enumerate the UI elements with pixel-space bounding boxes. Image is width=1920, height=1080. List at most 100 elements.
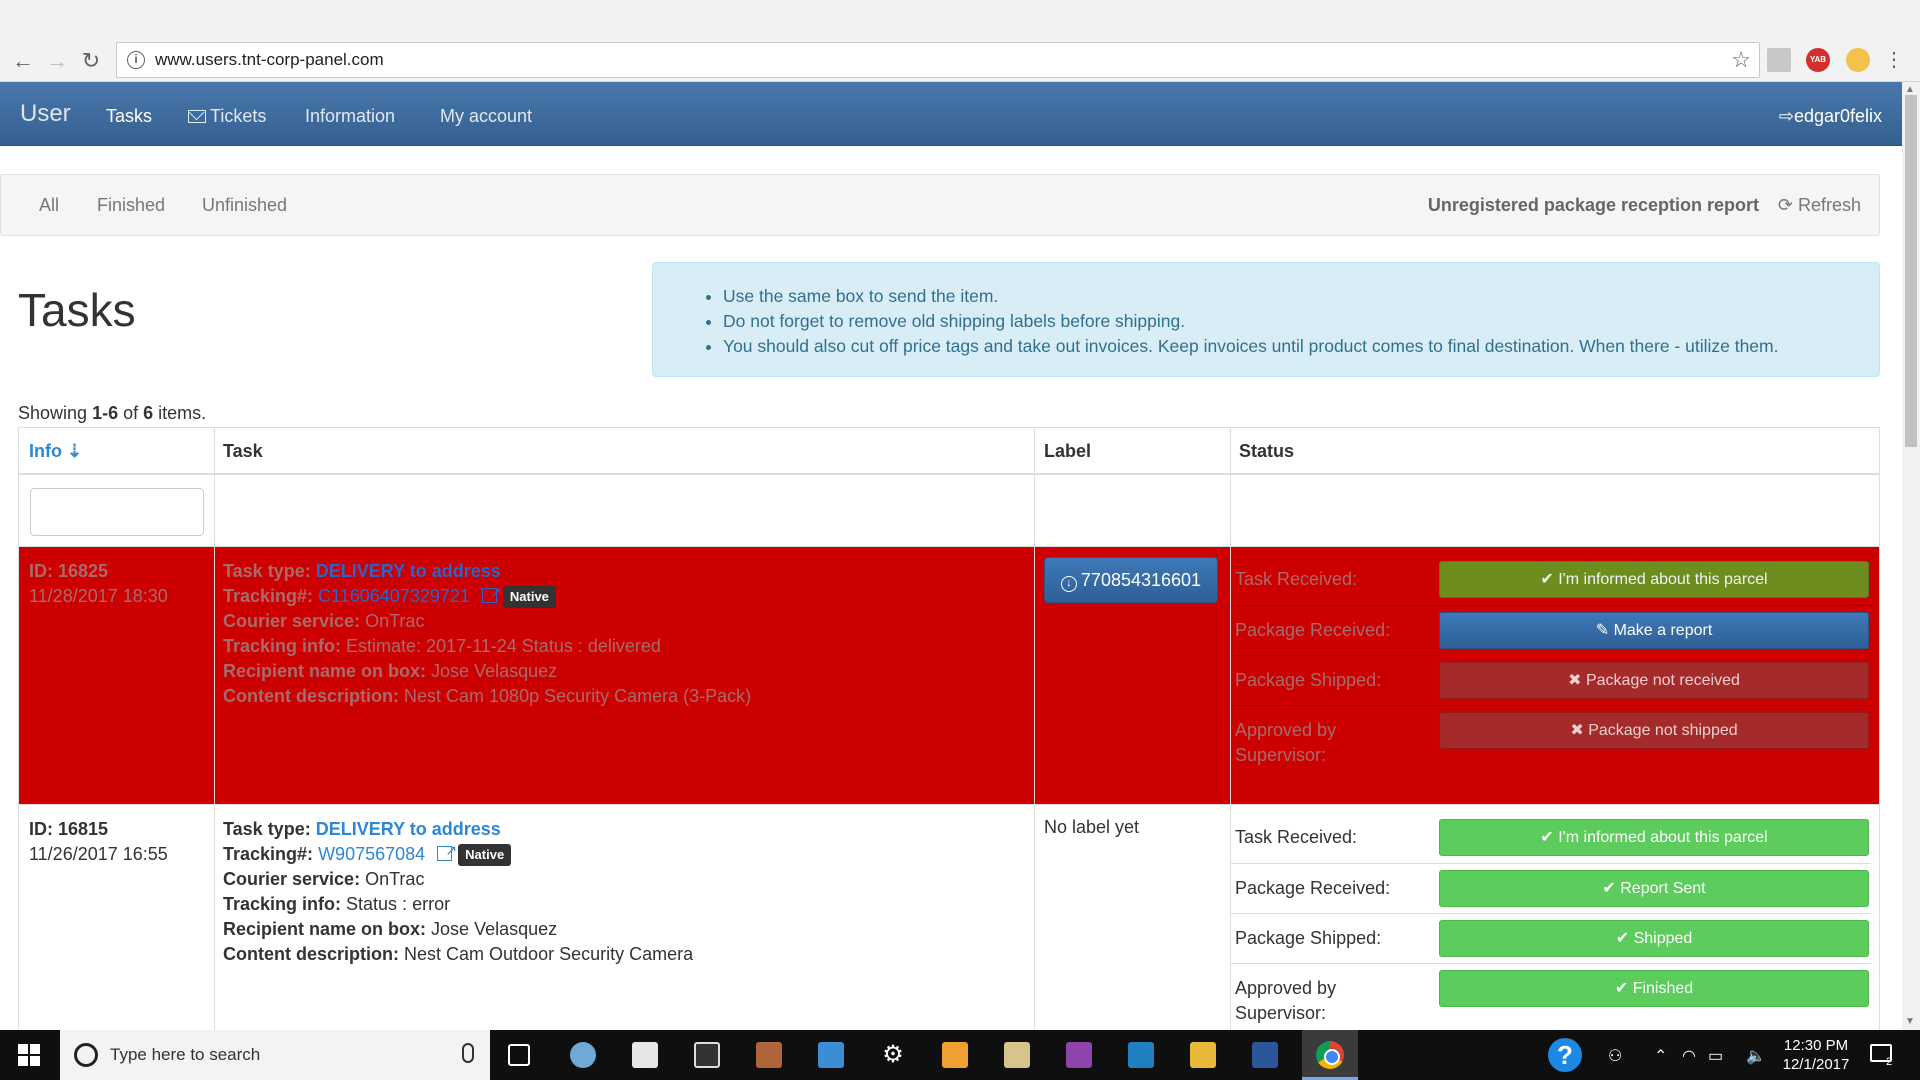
tray-chevron-up-icon[interactable]: ⌃ [1654,1046,1667,1066]
informed-button[interactable]: ✔ I'm informed about this parcel [1439,561,1869,598]
status-label-line: Supervisor: [1235,1003,1327,1023]
brand-title[interactable]: User [20,100,71,128]
taskbar-clock[interactable]: 12:30 PM 12/1/2017 [1776,1036,1856,1074]
button-label: Report Sent [1620,880,1706,897]
file-explorer-icon[interactable] [1190,1042,1216,1068]
pencil-icon: ✎ [1595,622,1610,639]
task-view-icon[interactable] [508,1044,530,1066]
check-icon: ✔ [1614,980,1629,997]
logout-icon: ⇨ [1778,106,1794,126]
status-row: Task Received: ✔ I'm informed about this… [1231,555,1871,605]
contacts-app-icon[interactable] [818,1042,844,1068]
media-player-icon[interactable] [942,1042,968,1068]
address-url[interactable]: www.users.tnt-corp-panel.com [155,50,384,70]
settings-gear-icon[interactable]: ⚙ [880,1042,906,1068]
pdf-extension-icon[interactable] [1767,48,1791,72]
instructions-alert: Use the same box to send the item. Do no… [652,262,1880,377]
shipped-button[interactable]: ✔ Shipped [1439,920,1869,957]
status-label-line: Approved by [1235,720,1337,740]
summary-prefix: Showing [18,403,93,423]
microphone-icon[interactable] [462,1043,474,1063]
status-label-line: Supervisor: [1235,745,1327,765]
calculator-app-icon[interactable] [632,1042,658,1068]
people-icon[interactable]: ⚇ [1608,1046,1622,1066]
package-not-shipped-button[interactable]: ✖ Package not shipped [1439,712,1869,749]
back-arrow-icon[interactable]: ← [10,48,36,74]
paint-app-icon[interactable] [570,1042,596,1068]
nav-my-account[interactable]: My account [440,106,532,127]
instruction-item: Do not forget to remove old shipping lab… [723,309,1778,334]
status-label-line: Approved by [1235,978,1337,998]
status-row: Package Shipped: ✔ Shipped [1231,913,1871,963]
wifi-icon[interactable]: ◠ [1682,1046,1696,1066]
username: edgar0felix [1793,106,1882,126]
unregistered-report-link[interactable]: Unregistered package reception report [1428,195,1759,216]
bookmark-star-icon[interactable]: ☆ [1731,47,1751,73]
clock-date: 12/1/2017 [1782,1056,1850,1073]
nav-tasks[interactable]: Tasks [106,106,152,127]
emoji-extension-icon[interactable] [1846,48,1870,72]
status-row: Package Shipped: ✖ Package not received [1231,655,1871,705]
refresh-label: Refresh [1797,195,1861,215]
reload-icon[interactable]: ↻ [78,48,104,74]
archive-app-icon[interactable] [756,1042,782,1068]
tasks-table: ID: 16825 11/28/2017 18:30 Task type: DE… [18,427,1880,1032]
report-sent-button[interactable]: ✔ Report Sent [1439,870,1869,907]
status-label: Task Received: [1235,827,1358,847]
finished-button[interactable]: ✔ Finished [1439,970,1869,1007]
info-filter-input[interactable] [30,488,204,536]
taskbar-search-box[interactable]: Type here to search [60,1030,490,1080]
items-summary: Showing 1-6 of 6 items. [18,403,206,424]
filter-row [19,475,1879,547]
status-label: Package Received: [1235,620,1391,640]
books-app-icon[interactable] [1004,1042,1030,1068]
instruction-item: You should also cut off price tags and t… [723,334,1778,359]
word-app-icon[interactable] [1252,1042,1278,1068]
refresh-button[interactable]: ⟳ Refresh [1778,195,1861,216]
design-app-icon[interactable] [1066,1042,1092,1068]
scrollbar-thumb[interactable] [1905,95,1917,447]
battery-icon[interactable]: ▭ [1708,1046,1723,1066]
nav-tickets[interactable]: Tickets [188,106,266,127]
search-placeholder: Type here to search [110,1045,261,1064]
browser-menu-icon[interactable]: ⋮ [1884,48,1904,72]
yab-extension-icon[interactable]: YAB [1806,48,1830,72]
windows-taskbar: Type here to search ⚙ ? ⚇ ⌃ ◠ ▭ 🔈 12:30 … [0,1030,1920,1080]
browser-tab-strip [0,0,1920,38]
scroll-down-arrow-icon[interactable]: ▼ [1905,1016,1915,1027]
status-row: Package Received: ✔ Report Sent [1231,863,1871,913]
site-info-icon[interactable]: i [127,51,145,69]
page-title: Tasks [18,284,136,336]
status-label: Approved by Supervisor: [1235,976,1415,1026]
nav-tickets-label: Tickets [210,106,267,126]
mute-speaker-icon[interactable]: 🔈 [1746,1046,1766,1066]
help-icon[interactable]: ? [1548,1038,1582,1072]
informed-button[interactable]: ✔ I'm informed about this parcel [1439,819,1869,856]
cortana-icon [74,1043,98,1067]
user-logout-link[interactable]: ⇨edgar0felix [1779,106,1882,127]
header-label: Info [29,441,62,461]
chrome-app-icon[interactable] [1316,1041,1344,1069]
filter-all[interactable]: All [39,195,59,216]
status-header: Status [1239,441,1295,461]
filter-finished[interactable]: Finished [97,195,165,216]
make-report-button[interactable]: ✎ Make a report [1439,612,1869,649]
nav-information[interactable]: Information [305,106,395,127]
refresh-icon: ⟳ [1777,195,1793,215]
status-row: Approved by Supervisor: ✔ Finished [1231,963,1871,1023]
package-not-received-button[interactable]: ✖ Package not received [1439,662,1869,699]
summary-suffix: items. [153,403,207,423]
status-row: Package Received: ✎ Make a report [1231,605,1871,655]
status-label: Task Received: [1235,569,1358,589]
scroll-up-arrow-icon[interactable]: ▲ [1905,84,1915,95]
address-bar[interactable]: i www.users.tnt-corp-panel.com ☆ [116,42,1760,78]
terminal-app-icon[interactable] [694,1042,720,1068]
summary-range: 1-6 [92,403,119,423]
cross-icon: ✖ [1570,722,1584,739]
info-sort-header[interactable]: Info ⇣ [29,441,82,462]
status-label: Package Shipped: [1235,670,1382,690]
filter-unfinished[interactable]: Unfinished [202,195,287,216]
powershell-app-icon[interactable] [1128,1042,1154,1068]
windows-start-icon[interactable] [18,1044,40,1066]
forward-arrow-icon[interactable]: → [44,48,70,74]
